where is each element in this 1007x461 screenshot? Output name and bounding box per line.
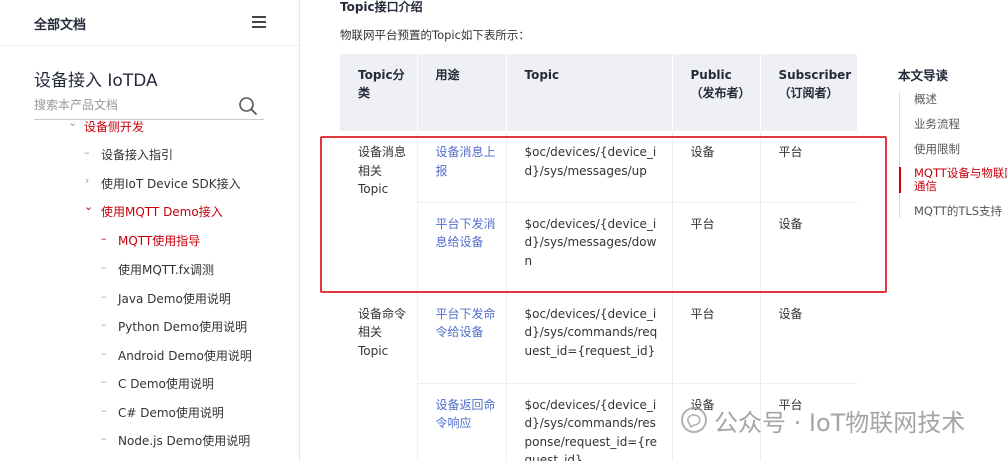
toc-item-flow[interactable]: 业务流程 <box>900 117 1007 131</box>
topic-cell: $oc/devices/{device_id}/sys/commands/res… <box>506 383 673 461</box>
table-row: 设备消息相关Topic 设备消息上报 $oc/devices/{device_i… <box>340 131 857 293</box>
search-icon[interactable] <box>238 96 258 116</box>
search-input[interactable] <box>34 94 224 116</box>
use-link[interactable]: 平台下发命令给设备 <box>417 292 507 384</box>
nav-item-mqtt-guide[interactable]: – MQTT使用指导 <box>101 232 200 249</box>
header-topic: Topic <box>506 54 673 131</box>
nav-item-mqtt-demo[interactable]: ⌄ 使用MQTT Demo接入 <box>84 200 223 220</box>
topic-cell: $oc/devices/{device_id}/sys/commands/req… <box>506 292 673 384</box>
main-content: Topic接口介绍 物联网平台预置的Topic如下表所示： Topic分类 用途… <box>300 0 875 461</box>
header-category: Topic分类 <box>340 54 418 131</box>
sidebar-nav: ⌄ 设备侧开发 – 设备接入指引 › 使用IoT Device SDK接入 ⌄ … <box>0 116 299 461</box>
nav-item-c-demo[interactable]: – C Demo使用说明 <box>101 375 214 392</box>
dash-icon: – <box>101 432 107 445</box>
table-header-row: Topic分类 用途 Topic Public（发布者） Subscriber（… <box>340 54 858 131</box>
nav-item-java-demo[interactable]: – Java Demo使用说明 <box>101 290 231 307</box>
header-subscriber: Subscriber（订阅者） <box>760 54 858 131</box>
nav-item-iot-sdk[interactable]: › 使用IoT Device SDK接入 <box>85 174 241 192</box>
topic-cell: $oc/devices/{device_id}/sys/messages/up <box>506 131 673 203</box>
chevron-down-icon: ⌄ <box>68 116 78 129</box>
dash-icon: – <box>101 232 107 245</box>
dash-icon: – <box>101 261 107 274</box>
subscriber-cell: 设备 <box>760 292 857 384</box>
dash-icon: – <box>101 347 107 360</box>
topic-cell: $oc/devices/{device_id}/sys/messages/dow… <box>506 202 673 293</box>
nav-item-android-demo[interactable]: – Android Demo使用说明 <box>101 347 252 364</box>
hamburger-icon[interactable] <box>252 16 266 28</box>
dash-icon: – <box>84 146 90 159</box>
table-of-contents: 本文导读 概述 业务流程 使用限制 MQTT设备与物联网平台通信 MQTT的TL… <box>898 65 1007 265</box>
dash-icon: – <box>101 375 107 388</box>
nav-item-nodejs-demo[interactable]: – Node.js Demo使用说明 <box>101 432 250 449</box>
use-link[interactable]: 设备消息上报 <box>417 131 507 203</box>
topic-table: Topic分类 用途 Topic Public（发布者） Subscriber（… <box>340 54 858 461</box>
toc-list: 概述 业务流程 使用限制 MQTT设备与物联网平台通信 MQTT的TLS支持 <box>899 92 1007 218</box>
nav-item-mqttfx[interactable]: – 使用MQTT.fx调测 <box>101 261 214 278</box>
all-docs-link[interactable]: 全部文档 <box>34 14 86 33</box>
chevron-right-icon: › <box>85 174 90 187</box>
dash-icon: – <box>101 318 107 331</box>
toc-item-mqtt-comm[interactable]: MQTT设备与物联网平台通信 <box>899 167 1007 193</box>
intro-text: 物联网平台预置的Topic如下表所示： <box>340 28 530 42</box>
watermark-text: 公众号 · IoT物联网技术 <box>714 408 966 437</box>
left-sidebar: 全部文档 设备接入 IoTDA ⌄ 设备侧开发 – 设备接入指引 › 使用IoT… <box>0 0 300 461</box>
nav-item-access-guide[interactable]: – 设备接入指引 <box>84 146 173 163</box>
public-cell: 平台 <box>672 292 761 384</box>
toc-item-tls[interactable]: MQTT的TLS支持 <box>900 204 1007 218</box>
nav-item-python-demo[interactable]: – Python Demo使用说明 <box>101 318 247 335</box>
header-public: Public（发布者） <box>672 54 761 131</box>
dash-icon: – <box>101 404 107 417</box>
nav-item-csharp-demo[interactable]: – C# Demo使用说明 <box>101 404 224 421</box>
product-title: 设备接入 IoTDA <box>34 71 158 91</box>
header-use: 用途 <box>417 54 507 131</box>
subscriber-cell: 设备 <box>760 202 857 293</box>
sidebar-header: 全部文档 <box>0 0 299 46</box>
toc-item-overview[interactable]: 概述 <box>900 92 1007 106</box>
category-cell: 设备消息相关Topic <box>340 131 418 293</box>
public-cell: 设备 <box>672 131 761 203</box>
public-cell: 平台 <box>672 202 761 293</box>
section-title: Topic接口介绍 <box>340 0 423 14</box>
chevron-down-icon: ⌄ <box>84 200 94 213</box>
dash-icon: – <box>101 290 107 303</box>
watermark: 公众号 · IoT物联网技术 <box>680 403 965 437</box>
toc-title: 本文导读 <box>898 68 949 83</box>
table-row: 平台下发消息给设备 $oc/devices/{device_id}/sys/me… <box>340 202 857 293</box>
nav-item-device-dev[interactable]: ⌄ 设备侧开发 <box>68 116 144 135</box>
subscriber-cell: 平台 <box>760 131 857 203</box>
table-row: 设备命令相关Topic 平台下发命令给设备 $oc/devices/{devic… <box>340 292 857 461</box>
category-cell: 设备命令相关Topic <box>340 292 418 461</box>
use-link[interactable]: 设备返回命令响应 <box>417 383 507 461</box>
wechat-official-account-icon <box>681 407 707 433</box>
use-link[interactable]: 平台下发消息给设备 <box>417 202 507 293</box>
toc-item-limits[interactable]: 使用限制 <box>900 142 1007 156</box>
